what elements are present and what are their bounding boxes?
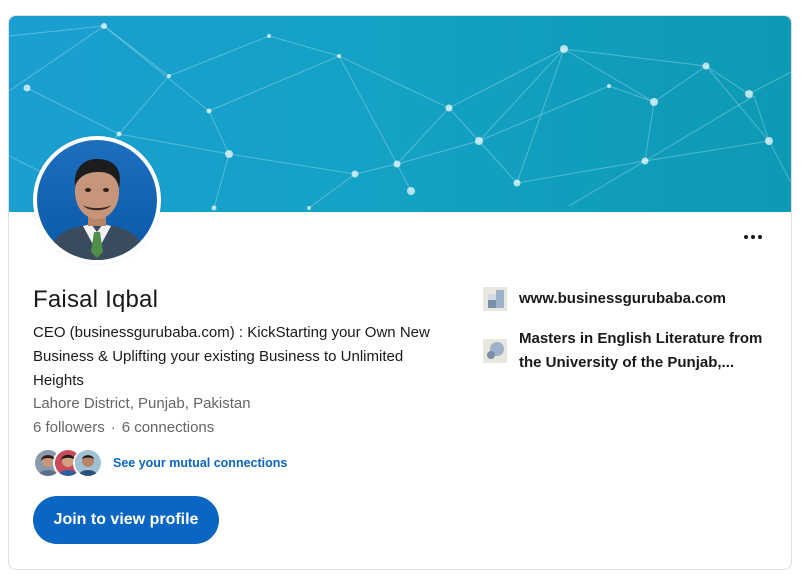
education-link[interactable]: Masters in English Literature from the U… — [519, 327, 787, 375]
followers-count: 6 followers — [33, 419, 105, 436]
sidebar-education[interactable]: Masters in English Literature from the U… — [483, 327, 787, 375]
profile-counts: 6 followers · 6 connections — [33, 417, 214, 439]
company-logo-icon — [483, 287, 507, 311]
more-options-button[interactable] — [737, 228, 769, 246]
profile-card: Faisal Iqbal CEO (businessgurubaba.com) … — [8, 15, 792, 570]
separator: · — [110, 419, 116, 436]
more-dot — [758, 235, 762, 239]
profile-location: Lahore District, Punjab, Pakistan — [33, 395, 251, 412]
profile-avatar — [33, 136, 161, 264]
profile-name: Faisal Iqbal — [33, 286, 159, 313]
profile-headline: CEO (businessgurubaba.com) : KickStartin… — [33, 324, 430, 389]
mutual-connections-link[interactable]: See your mutual connections — [113, 456, 287, 470]
school-logo-icon — [483, 339, 507, 363]
sidebar-website[interactable]: www.businessgurubaba.com — [483, 287, 787, 311]
mutual-avatars — [33, 448, 107, 478]
mutual-connections[interactable]: See your mutual connections — [33, 447, 287, 479]
more-dot — [751, 235, 755, 239]
connections-count: 6 connections — [121, 419, 215, 436]
join-to-view-profile-button[interactable]: Join to view profile — [33, 496, 219, 544]
mutual-avatar-3 — [73, 448, 103, 478]
more-horizontal-icon — [744, 235, 748, 239]
profile-photo — [37, 140, 157, 260]
website-link[interactable]: www.businessgurubaba.com — [519, 287, 787, 311]
